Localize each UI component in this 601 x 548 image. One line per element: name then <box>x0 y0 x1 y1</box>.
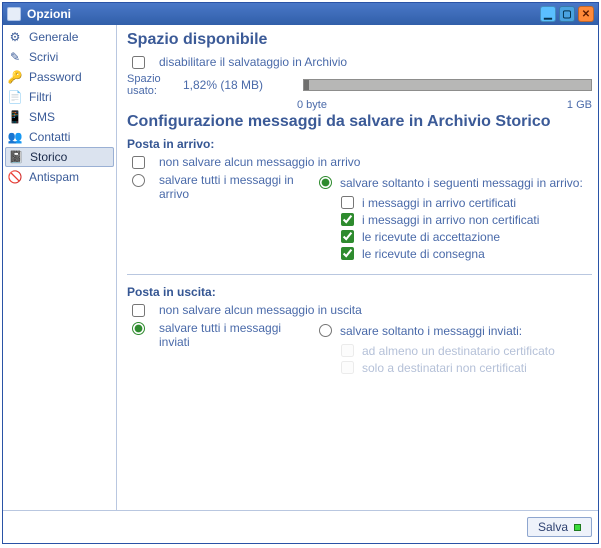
sidebar: ⚙ Generale ✎ Scrivi 🔑 Password 📄 Filtri … <box>3 25 117 510</box>
maximize-button[interactable]: ▢ <box>559 6 575 22</box>
inbox-all-label: salvare tutti i messaggi in arrivo <box>159 173 294 201</box>
outbox-all-radio[interactable] <box>132 322 145 335</box>
sidebar-item-label: SMS <box>29 110 55 124</box>
outbox-sub-noncertified-checkbox <box>341 361 354 374</box>
sidebar-item-contatti[interactable]: 👥 Contatti <box>3 127 116 147</box>
inbox-some-radio[interactable] <box>319 176 332 189</box>
sidebar-item-sms[interactable]: 📱 SMS <box>3 107 116 127</box>
outbox-all-label: salvare tutti i messaggi inviati <box>159 321 281 349</box>
block-icon: 🚫 <box>7 169 23 185</box>
sidebar-item-label: Password <box>29 70 82 84</box>
inbox-sub-label: i messaggi in arrivo non certificati <box>362 213 539 227</box>
save-button-label: Salva <box>538 520 568 534</box>
outbox-sub-label: ad almeno un destinatario certificato <box>362 344 555 358</box>
inbox-sub-label: i messaggi in arrivo certificati <box>362 196 516 210</box>
inbox-title: Posta in arrivo: <box>127 137 592 151</box>
sidebar-item-filtri[interactable]: 📄 Filtri <box>3 87 116 107</box>
outbox-sub-certified-checkbox <box>341 344 354 357</box>
divider <box>127 274 592 275</box>
scale-max: 1 GB <box>567 99 592 111</box>
window-title: Opzioni <box>27 7 71 21</box>
usage-bar-fill <box>304 80 309 90</box>
space-heading: Spazio disponibile <box>127 31 592 49</box>
sidebar-item-label: Generale <box>29 30 78 44</box>
outbox-none-label: non salvare alcun messaggio in uscita <box>159 303 362 317</box>
outbox-some-radio[interactable] <box>319 324 332 337</box>
inbox-sub-label: le ricevute di consegna <box>362 247 485 261</box>
config-heading: Configurazione messaggi da salvare in Ar… <box>127 113 592 131</box>
contacts-icon: 👥 <box>7 129 23 145</box>
options-window: Opzioni ▁ ▢ ✕ ⚙ Generale ✎ Scrivi 🔑 Pass… <box>2 2 599 544</box>
outbox-title: Posta in uscita: <box>127 285 592 299</box>
sidebar-item-storico[interactable]: 📓 Storico <box>5 147 114 167</box>
minimize-button[interactable]: ▁ <box>540 6 556 22</box>
usage-text: 1,82% (18 MB) <box>183 78 293 92</box>
inbox-sub-certified-checkbox[interactable] <box>341 196 354 209</box>
usage-bar <box>303 79 592 91</box>
sidebar-item-password[interactable]: 🔑 Password <box>3 67 116 87</box>
inbox-sub-label: le ricevute di accettazione <box>362 230 500 244</box>
pencil-icon: ✎ <box>7 49 23 65</box>
inbox-some-label: salvare soltanto i seguenti messaggi in … <box>340 176 583 190</box>
save-indicator-icon <box>574 524 581 531</box>
sidebar-item-label: Contatti <box>29 130 70 144</box>
save-button[interactable]: Salva <box>527 517 592 537</box>
app-icon <box>7 7 21 21</box>
outbox-none-checkbox[interactable] <box>132 304 145 317</box>
sidebar-item-antispam[interactable]: 🚫 Antispam <box>3 167 116 187</box>
footer: Salva <box>3 510 598 543</box>
sidebar-item-label: Scrivi <box>29 50 58 64</box>
filter-icon: 📄 <box>7 89 23 105</box>
outbox-some-label: salvare soltanto i messaggi inviati: <box>340 324 522 338</box>
sidebar-item-scrivi[interactable]: ✎ Scrivi <box>3 47 116 67</box>
scale-min: 0 byte <box>297 99 327 111</box>
titlebar: Opzioni ▁ ▢ ✕ <box>3 3 598 25</box>
usage-caption: Spazio usato: <box>127 73 173 97</box>
sidebar-item-label: Storico <box>30 150 67 164</box>
gear-icon: ⚙ <box>7 29 23 45</box>
disable-archive-checkbox[interactable] <box>132 56 145 69</box>
inbox-sub-accept-receipt-checkbox[interactable] <box>341 230 354 243</box>
phone-icon: 📱 <box>7 109 23 125</box>
sidebar-item-label: Filtri <box>29 90 52 104</box>
inbox-none-label: non salvare alcun messaggio in arrivo <box>159 155 360 169</box>
sidebar-item-label: Antispam <box>29 170 79 184</box>
inbox-none-checkbox[interactable] <box>132 156 145 169</box>
inbox-all-radio[interactable] <box>132 174 145 187</box>
outbox-sub-label: solo a destinatari non certificati <box>362 361 527 375</box>
key-icon: 🔑 <box>7 69 23 85</box>
disable-archive-label: disabilitare il salvataggio in Archivio <box>159 55 347 69</box>
inbox-sub-noncertified-checkbox[interactable] <box>341 213 354 226</box>
inbox-sub-delivery-receipt-checkbox[interactable] <box>341 247 354 260</box>
main-panel: Spazio disponibile disabilitare il salva… <box>117 25 598 510</box>
close-button[interactable]: ✕ <box>578 6 594 22</box>
sidebar-item-generale[interactable]: ⚙ Generale <box>3 27 116 47</box>
history-icon: 📓 <box>8 149 24 165</box>
